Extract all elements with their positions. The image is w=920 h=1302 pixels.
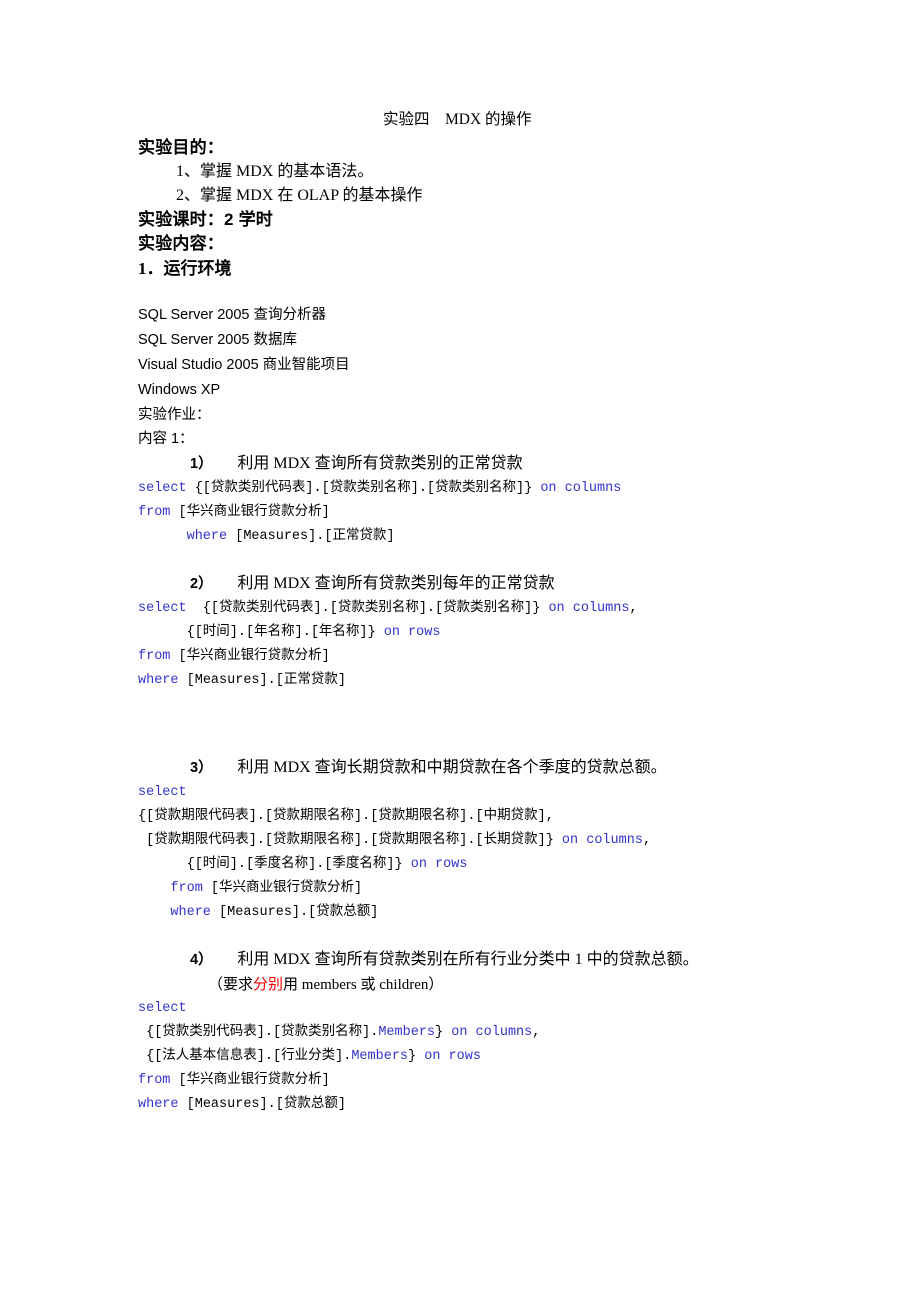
task-heading-2: 2） 利用 MDX 查询所有贷款类别每年的正常贷款 <box>138 571 860 597</box>
code-identifier: [贷款期限代码表].[贷款期限名称].[贷款期限名称].[长期贷款]} <box>138 833 562 848</box>
code-line: where [Measures].[贷款总额] <box>138 905 378 920</box>
code-identifier: , <box>532 1025 541 1040</box>
code-line: from [华兴商业银行贷款分析] <box>138 649 330 664</box>
code-line: from [华兴商业银行贷款分析] <box>138 881 362 896</box>
code-keyword: where <box>138 673 179 688</box>
code-identifier: [Measures].[贷款总额] <box>210 905 379 920</box>
code-keyword: on columns <box>451 1025 533 1040</box>
code-keyword: where <box>138 529 228 544</box>
code-keyword: select <box>138 601 187 616</box>
task-heading-3: 3） 利用 MDX 查询长期贷款和中期贷款在各个季度的贷款总额。 <box>138 755 860 781</box>
page-title: 实验四 MDX 的操作 <box>383 111 532 128</box>
task-note-4: （要求分别用 members 或 children） <box>138 973 860 997</box>
code-keyword: on columns <box>540 481 622 496</box>
code-identifier: [Measures].[正常贷款] <box>178 673 346 688</box>
code-keyword: on columns <box>561 833 643 848</box>
code-line: select {[贷款类别代码表].[贷款类别名称].[贷款类别名称]} on … <box>138 481 621 496</box>
code-line: where [Measures].[正常贷款] <box>138 673 346 688</box>
code-identifier: } <box>408 1049 425 1064</box>
heading-runtime-environment: 1．运行环境 <box>138 259 232 278</box>
code-line: where [Measures].[正常贷款] <box>138 529 395 544</box>
code-block-4: select {[贷款类别代码表].[贷款类别名称].Members} on c… <box>138 997 860 1117</box>
code-identifier: [华兴商业银行贷款分析] <box>170 1073 330 1088</box>
task-text-3: 利用 MDX 查询长期贷款和中期贷款在各个季度的贷款总额。 <box>237 759 667 776</box>
task-text-2: 利用 MDX 查询所有贷款类别每年的正常贷款 <box>237 575 555 592</box>
code-line: {[贷款期限代码表].[贷款期限名称].[贷款期限名称].[中期贷款], <box>138 809 554 824</box>
code-identifier: {[贷款类别代码表].[贷款类别名称].[贷款类别名称]} <box>186 601 549 616</box>
gap-after-code-1 <box>138 549 860 571</box>
code-keyword: from <box>138 881 203 896</box>
code-identifier: [Measures].[贷款总额] <box>178 1097 346 1112</box>
code-keyword: on rows <box>424 1049 481 1064</box>
code-identifier: {[贷款期限代码表].[贷款期限名称].[贷款期限名称].[中期贷款], <box>138 809 554 824</box>
code-identifier: , <box>642 833 652 848</box>
code-line: from [华兴商业银行贷款分析] <box>138 505 330 520</box>
spacer-env <box>138 281 860 303</box>
code-identifier: [Measures].[正常贷款] <box>227 529 395 544</box>
code-keyword: on rows <box>383 625 441 640</box>
code-identifier: [华兴商业银行贷款分析] <box>170 649 330 664</box>
env-item-sql-server-query-analyzer: SQL Server 2005 查询分析器 <box>138 307 327 323</box>
code-keyword: from <box>138 505 171 520</box>
code-block-3: select {[贷款期限代码表].[贷款期限名称].[贷款期限名称].[中期贷… <box>138 781 860 925</box>
task-index-3: 3） <box>190 760 206 776</box>
task-text-1: 利用 MDX 查询所有贷款类别的正常贷款 <box>237 455 523 472</box>
code-identifier: [华兴商业银行贷款分析] <box>202 881 363 896</box>
heading-experiment-hours: 实验课时：2 学时 <box>138 210 273 229</box>
code-block-2: select {[贷款类别代码表].[贷款类别名称].[贷款类别名称]} on … <box>138 597 860 693</box>
label-content-1: 内容 1： <box>138 431 194 447</box>
task-index-2: 2） <box>190 576 206 592</box>
code-identifier: {[贷款类别代码表].[贷款类别名称].[贷款类别名称]} <box>186 481 541 496</box>
task-index-1: 1） <box>190 456 206 472</box>
code-line: where [Measures].[贷款总额] <box>138 1097 346 1112</box>
code-line: {[时间].[年名称].[年名称]} on rows <box>138 625 441 640</box>
code-identifier: } <box>435 1025 452 1040</box>
code-keyword: where <box>138 1097 179 1112</box>
task-note-prefix: （要求 <box>208 977 254 993</box>
env-item-sql-server-database: SQL Server 2005 数据库 <box>138 332 298 348</box>
code-line: {[贷款类别代码表].[贷款类别名称].Members} on columns, <box>138 1025 540 1040</box>
code-keyword: on columns <box>548 601 630 616</box>
task-index-4: 4） <box>190 952 206 968</box>
code-identifier: {[时间].[季度名称].[季度名称]} <box>138 857 411 872</box>
code-line: {[法人基本信息表].[行业分类].Members} on rows <box>138 1049 481 1064</box>
code-identifier: [华兴商业银行贷款分析] <box>170 505 330 520</box>
code-keyword: select <box>138 1001 187 1016</box>
code-keyword: where <box>138 905 211 920</box>
code-identifier: {[法人基本信息表].[行业分类]. <box>138 1049 352 1064</box>
code-keyword: from <box>138 1073 171 1088</box>
code-line: select <box>138 785 187 800</box>
task-note-suffix: 用 members 或 children） <box>283 977 444 993</box>
task-text-4: 利用 MDX 查询所有贷款类别在所有行业分类中 1 中的贷款总额。 <box>237 951 699 968</box>
task-heading-4: 4） 利用 MDX 查询所有贷款类别在所有行业分类中 1 中的贷款总额。 <box>138 947 860 973</box>
code-keyword: select <box>138 785 187 800</box>
code-line: {[时间].[季度名称].[季度名称]} on rows <box>138 857 468 872</box>
code-line: [贷款期限代码表].[贷款期限名称].[贷款期限名称].[长期贷款]} on c… <box>138 833 651 848</box>
code-identifier: {[贷款类别代码表].[贷款类别名称]. <box>138 1025 379 1040</box>
code-keyword: on rows <box>410 857 468 872</box>
heading-experiment-content: 实验内容： <box>138 234 224 253</box>
purpose-item-1: 1、掌握 MDX 的基本语法。 <box>176 163 374 180</box>
purpose-item-2: 2、掌握 MDX 在 OLAP 的基本操作 <box>176 187 423 204</box>
code-identifier: , <box>629 601 638 616</box>
code-identifier: {[时间].[年名称].[年名称]} <box>138 625 384 640</box>
env-item-windows-xp: Windows XP <box>138 382 221 398</box>
code-keyword: Members <box>351 1049 409 1064</box>
task-note-highlight: 分别 <box>253 977 284 993</box>
env-item-visual-studio-bi: Visual Studio 2005 商业智能项目 <box>138 357 350 373</box>
code-line: from [华兴商业银行贷款分析] <box>138 1073 330 1088</box>
label-homework: 实验作业： <box>138 407 211 423</box>
code-line: select {[贷款类别代码表].[贷款类别名称].[贷款类别名称]} on … <box>138 601 638 616</box>
code-keyword: from <box>138 649 171 664</box>
document-page: 实验四 MDX 的操作 实验目的： 1、掌握 MDX 的基本语法。 2、掌握 M… <box>0 0 920 1302</box>
heading-experiment-purpose: 实验目的： <box>138 138 224 157</box>
code-block-1: select {[贷款类别代码表].[贷款类别名称].[贷款类别名称]} on … <box>138 477 860 549</box>
code-keyword: Members <box>378 1025 436 1040</box>
code-keyword: select <box>138 481 187 496</box>
code-line: select <box>138 1001 187 1016</box>
gap-after-code-3 <box>138 925 860 947</box>
gap-after-code-2 <box>138 693 860 755</box>
task-heading-1: 1） 利用 MDX 查询所有贷款类别的正常贷款 <box>138 451 860 477</box>
